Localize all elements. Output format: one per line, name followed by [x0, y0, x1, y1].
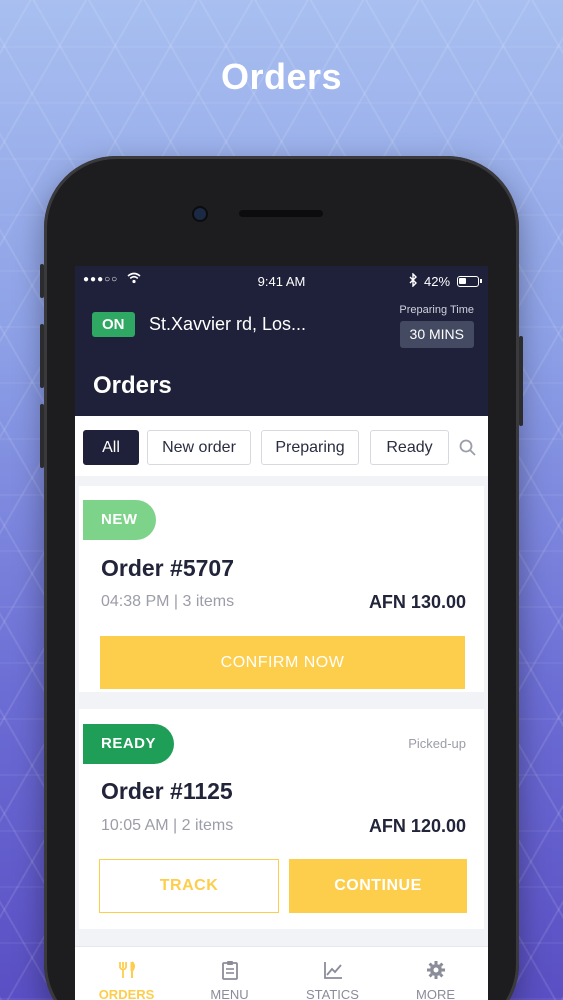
chart-icon: [324, 962, 342, 979]
order-filter-bar: All New order Preparing Ready: [75, 416, 488, 476]
gear-icon: [427, 961, 445, 979]
app-screen: ●●●○○ 9:41 AM 42% ON St.Xavvier rd, Los.…: [75, 266, 488, 1000]
nav-more[interactable]: MORE: [384, 947, 487, 1000]
preparing-time-value[interactable]: 30 MINS: [399, 321, 474, 348]
status-badge: READY: [83, 724, 175, 764]
front-camera: [194, 208, 206, 220]
earpiece-speaker: [239, 210, 323, 217]
nav-label: MORE: [416, 987, 455, 1000]
pickup-status: Picked-up: [408, 736, 466, 751]
preparing-time-label: Preparing Time: [399, 304, 474, 316]
nav-label: STATICS: [306, 987, 359, 1000]
order-card[interactable]: READY Picked-up Order #1125 10:05 AM | 2…: [79, 709, 484, 929]
battery-percent: 42%: [424, 274, 451, 289]
clipboard-icon: [222, 961, 238, 980]
fork-knife-icon: [119, 961, 135, 978]
confirm-now-button[interactable]: CONFIRM NOW: [100, 636, 465, 689]
phone-frame: ●●●○○ 9:41 AM 42% ON St.Xavvier rd, Los.…: [40, 156, 523, 1000]
nav-label: ORDERS: [98, 987, 155, 1000]
mute-switch: [40, 264, 44, 298]
order-card[interactable]: NEW Order #5707 04:38 PM | 3 items AFN 1…: [79, 486, 484, 692]
order-number: Order #5707: [101, 555, 234, 581]
order-amount: AFN 120.00: [368, 816, 466, 836]
filter-chip-all[interactable]: All: [83, 430, 139, 465]
bluetooth-icon: [408, 272, 418, 290]
filter-chip-ready[interactable]: Ready: [370, 430, 449, 465]
promo-title: Orders: [220, 56, 343, 97]
status-badge: NEW: [83, 500, 156, 540]
filter-chip-preparing[interactable]: Preparing: [261, 430, 359, 465]
nav-label: MENU: [210, 987, 249, 1000]
search-icon[interactable]: [458, 438, 478, 458]
app-header: ●●●○○ 9:41 AM 42% ON St.Xavvier rd, Los.…: [75, 266, 488, 416]
page-title: Orders: [93, 372, 172, 399]
track-button[interactable]: TRACK: [99, 859, 279, 913]
online-toggle[interactable]: ON: [92, 312, 135, 337]
nav-menu[interactable]: MENU: [178, 947, 281, 1000]
restaurant-location[interactable]: St.Xavvier rd, Los...: [149, 312, 306, 337]
volume-down-button: [40, 404, 44, 468]
battery-icon: [457, 276, 482, 287]
status-bar: ●●●○○ 9:41 AM 42%: [75, 272, 488, 291]
order-number: Order #1125: [101, 778, 233, 804]
volume-up-button: [40, 324, 44, 388]
order-meta: 10:05 AM | 2 items: [101, 817, 234, 834]
bottom-navigation: ORDERS MENU STATICS MORE: [75, 946, 488, 1000]
filter-chip-new-order[interactable]: New order: [147, 430, 251, 465]
order-meta: 04:38 PM | 3 items: [101, 593, 235, 610]
power-button: [519, 336, 523, 426]
order-amount: AFN 130.00: [368, 592, 466, 612]
nav-statics[interactable]: STATICS: [281, 947, 384, 1000]
continue-button[interactable]: CONTINUE: [289, 859, 467, 913]
nav-orders[interactable]: ORDERS: [75, 947, 178, 1000]
